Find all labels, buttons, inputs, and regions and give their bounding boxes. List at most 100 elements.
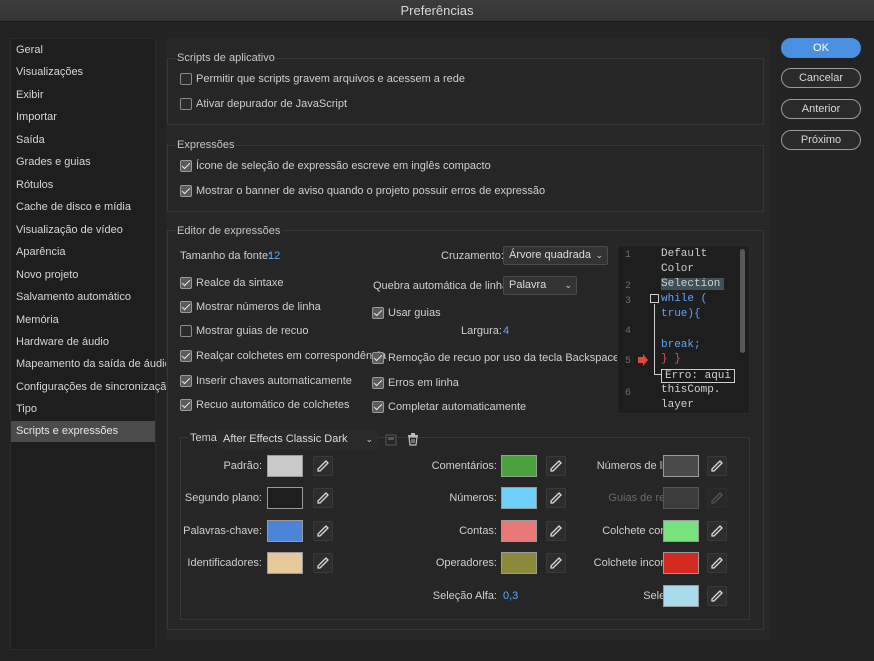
color-swatch-palavras-chave[interactable] (267, 520, 303, 542)
wrap-select[interactable]: Palavra ⌄ (503, 276, 577, 295)
sidebar-item-exibir[interactable]: Exibir (11, 85, 155, 106)
checkbox-icon[interactable] (180, 399, 192, 411)
sidebar-item-grades-e-guias[interactable]: Grades e guias (11, 152, 155, 173)
allow-scripts-write-checkbox[interactable]: Permitir que scripts gravem arquivos e a… (180, 73, 465, 85)
preview-scrollbar[interactable] (740, 249, 745, 353)
checkbox-icon[interactable] (372, 377, 384, 389)
eyedropper-icon[interactable] (707, 586, 727, 606)
sidebar-item-visualizacoes[interactable]: Visualizações (11, 62, 155, 83)
indent-guides-checkbox[interactable]: Mostrar guias de recuo (180, 325, 309, 337)
bracket-match-checkbox[interactable]: Realçar colchetes em correspondência (180, 350, 386, 362)
checkbox-icon[interactable] (180, 325, 192, 337)
color-swatch-operadores[interactable] (501, 552, 537, 574)
eyedropper-icon[interactable] (707, 553, 727, 573)
chevron-down-icon: ⌄ (365, 434, 373, 444)
checkbox-icon[interactable] (180, 160, 192, 172)
eyedropper-icon[interactable] (313, 553, 333, 573)
eyedropper-icon (707, 488, 727, 508)
auto-indent-checkbox[interactable]: Recuo automático de colchetes (180, 399, 349, 411)
sidebar-item-saida[interactable]: Saída (11, 130, 155, 151)
sidebar-item-aparencia[interactable]: Aparência (11, 242, 155, 263)
alpha-label: Seleção Alfa: (432, 590, 497, 602)
eyedropper-icon[interactable] (546, 553, 566, 573)
color-swatch-comentarios[interactable] (501, 455, 537, 477)
checkbox-icon[interactable] (180, 277, 192, 289)
sidebar-item-novo-projeto[interactable]: Novo projeto (11, 265, 155, 286)
font-size-label: Tamanho da fonte: (180, 250, 272, 262)
scripts-group-title: Scripts de aplicativo (175, 52, 277, 64)
color-swatch-identificadores[interactable] (267, 552, 303, 574)
color-label: Palavras-chave: (183, 525, 262, 537)
eyedropper-icon[interactable] (707, 456, 727, 476)
checkbox-icon[interactable] (180, 375, 192, 387)
checkbox-label: Usar guias (388, 307, 441, 319)
checkbox-icon[interactable] (180, 301, 192, 313)
color-swatch-numeros-de-linha[interactable] (663, 455, 699, 477)
previous-button[interactable]: Anterior (781, 99, 861, 119)
theme-select[interactable]: After Effects Classic Dark ⌄ (217, 430, 378, 449)
sidebar-item-scripts-e-expressoes[interactable]: Scripts e expressões (11, 421, 155, 442)
line-number: 1 (625, 250, 632, 261)
use-guides-checkbox[interactable]: Usar guias (372, 307, 441, 319)
eyedropper-icon[interactable] (546, 456, 566, 476)
backspace-unindent-checkbox[interactable]: Remoção de recuo por uso da tecla Backsp… (372, 352, 619, 364)
font-size-value[interactable]: 12 (268, 250, 280, 262)
eyedropper-icon[interactable] (546, 488, 566, 508)
indent-guide-line (654, 304, 655, 374)
checkbox-label: Erros em linha (388, 377, 459, 389)
width-value[interactable]: 4 (503, 325, 509, 337)
warning-banner-checkbox[interactable]: Mostrar o banner de aviso quando o proje… (180, 185, 545, 197)
sidebar-item-geral[interactable]: Geral (11, 40, 155, 61)
eyedropper-icon[interactable] (313, 521, 333, 541)
eyedropper-icon[interactable] (546, 521, 566, 541)
auto-braces-checkbox[interactable]: Inserir chaves automaticamente (180, 375, 352, 387)
js-debugger-checkbox[interactable]: Ativar depurador de JavaScript (180, 98, 347, 110)
code-selection: Selection (661, 278, 725, 290)
color-label: Padrão: (223, 460, 262, 472)
checkbox-icon[interactable] (180, 98, 192, 110)
pick-whip-checkbox[interactable]: Ícone de seleção de expressão escreve em… (180, 160, 491, 172)
checkbox-icon[interactable] (372, 307, 384, 319)
color-swatch-colchete-incorreto[interactable] (663, 552, 699, 574)
checkbox-icon[interactable] (180, 350, 192, 362)
save-theme-icon[interactable] (385, 434, 397, 446)
eyedropper-icon[interactable] (313, 488, 333, 508)
ok-button[interactable]: OK (781, 38, 861, 58)
sidebar-item-visualizacao-de-video[interactable]: Visualização de vídeo (11, 220, 155, 241)
eyedropper-icon[interactable] (313, 456, 333, 476)
sidebar-item-memoria[interactable]: Memória (11, 310, 155, 331)
syntax-highlight-checkbox[interactable]: Realce da sintaxe (180, 277, 283, 289)
sidebar-item-importar[interactable]: Importar (11, 107, 155, 128)
chevron-down-icon: ⌄ (564, 280, 572, 290)
expressions-group-title: Expressões (175, 139, 237, 151)
color-swatch-contas[interactable] (501, 520, 537, 542)
sidebar-item-sincronizacao[interactable]: Configurações de sincronização (11, 377, 173, 398)
sidebar-item-hardware-de-audio[interactable]: Hardware de áudio (11, 332, 155, 353)
next-button[interactable]: Próximo (781, 130, 861, 150)
checkbox-icon[interactable] (372, 352, 384, 364)
sidebar-item-rotulos[interactable]: Rótulos (11, 175, 155, 196)
line-numbers-checkbox[interactable]: Mostrar números de linha (180, 301, 321, 313)
color-swatch-numeros[interactable] (501, 487, 537, 509)
color-swatch-padrao[interactable] (267, 455, 303, 477)
checkbox-icon[interactable] (180, 73, 192, 85)
cancel-button[interactable]: Cancelar (781, 68, 861, 88)
color-label: Contas: (459, 525, 497, 537)
trash-icon[interactable] (407, 433, 419, 446)
checkbox-icon[interactable] (180, 185, 192, 197)
color-swatch-segundo-plano[interactable] (267, 487, 303, 509)
code-line: Default (661, 248, 708, 260)
color-swatch-colchete-correto[interactable] (663, 520, 699, 542)
crossing-select[interactable]: Árvore quadrada ⌄ (503, 246, 608, 265)
inline-errors-checkbox[interactable]: Erros em linha (372, 377, 459, 389)
sidebar-item-salvamento-automatico[interactable]: Salvamento automático (11, 287, 155, 308)
fold-toggle-icon[interactable] (650, 294, 659, 303)
color-swatch-selecao[interactable] (663, 585, 699, 607)
sidebar-item-mapeamento-audio[interactable]: Mapeamento da saída de áudio (11, 354, 171, 375)
alpha-value[interactable]: 0,3 (503, 590, 518, 602)
sidebar-item-tipo[interactable]: Tipo (11, 399, 155, 420)
autocomplete-checkbox[interactable]: Completar automaticamente (372, 401, 526, 413)
sidebar-item-cache[interactable]: Cache de disco e mídia (11, 197, 155, 218)
eyedropper-icon[interactable] (707, 521, 727, 541)
checkbox-icon[interactable] (372, 401, 384, 413)
